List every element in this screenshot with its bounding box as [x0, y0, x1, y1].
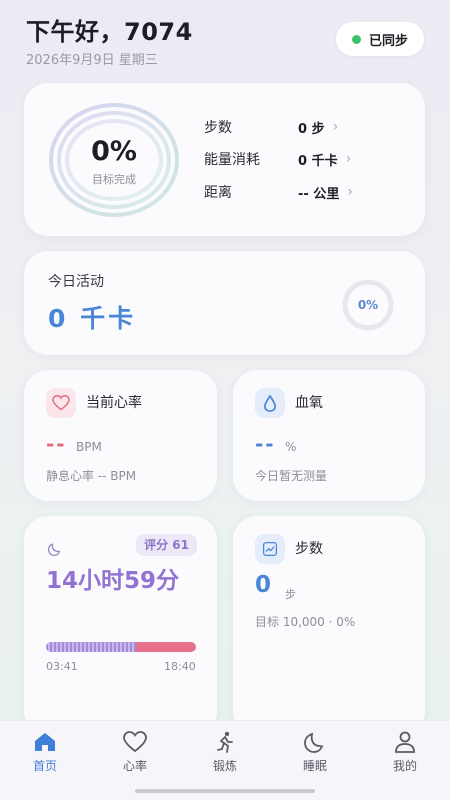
stat-name: 能量消耗	[204, 152, 260, 168]
date-label: 2026年9月9日 星期三	[26, 53, 158, 68]
activity-percent: 0%	[357, 298, 379, 312]
heart-rate-value: --	[46, 432, 67, 456]
heart-icon	[123, 731, 147, 753]
goal-percent: 0%	[91, 136, 137, 167]
steps-card[interactable]: 步数 0 步 目标 10,000 · 0%	[233, 516, 425, 736]
heart-icon-box	[46, 388, 76, 418]
blood-oxygen-card[interactable]: 血氧 -- % 今日暂无测量	[233, 370, 425, 501]
tab-label: 心率	[122, 759, 147, 773]
stat-value: -- 公里	[298, 186, 340, 202]
steps-card-title: 步数	[295, 541, 323, 557]
run-icon	[217, 731, 233, 753]
tab-heart-rate[interactable]: 心率	[105, 731, 165, 774]
activity-value: 0 千卡	[48, 304, 137, 333]
sleep-end-time: 18:40	[164, 660, 196, 673]
stat-value: 0 步	[298, 121, 325, 137]
tab-label: 首页	[32, 759, 57, 773]
goal-summary-card[interactable]: 0% 目标完成 步数 0 步 › 能量消耗 0 千卡 › 距离 -- 公里 ›	[24, 83, 425, 236]
steps-value: 0	[255, 572, 272, 598]
heart-rate-unit: BPM	[76, 440, 102, 454]
home-icon	[35, 733, 55, 751]
stat-value: 0 千卡	[298, 153, 338, 169]
tab-workout[interactable]: 锻炼	[195, 731, 255, 774]
sleep-awake-segment	[136, 642, 196, 652]
sleep-score-badge: 评分 61	[136, 534, 197, 556]
heart-icon	[52, 395, 70, 411]
tab-home[interactable]: 首页	[15, 731, 75, 774]
activity-title: 今日活动	[48, 274, 104, 290]
trend-chart-icon	[262, 541, 278, 557]
goal-ring: 0% 目标完成	[48, 102, 180, 218]
stat-name: 步数	[204, 120, 232, 136]
sleep-stage-bar	[46, 642, 196, 652]
moon-icon-box	[40, 534, 70, 564]
sleep-card[interactable]: 评分 61 14小时59分 03:41 18:40	[24, 516, 217, 736]
steps-goal: 目标 10,000 · 0%	[255, 615, 356, 629]
sleep-duration: 14小时59分	[46, 568, 180, 594]
blood-oxygen-unit: %	[285, 440, 297, 454]
sync-status-button[interactable]: 已同步	[335, 22, 424, 56]
stat-row-steps[interactable]: 步数 0 步 ›	[204, 116, 404, 138]
chevron-right-icon: ›	[345, 151, 352, 167]
tab-label: 我的	[392, 759, 417, 773]
drop-icon-box	[255, 388, 285, 418]
tab-label: 睡眠	[302, 759, 327, 773]
steps-unit: 步	[285, 588, 296, 601]
moon-icon	[304, 732, 324, 753]
stat-row-distance[interactable]: 距离 -- 公里 ›	[204, 181, 404, 203]
moon-icon	[47, 543, 61, 557]
sync-dot-icon	[351, 34, 361, 44]
sync-label: 已同步	[368, 33, 408, 49]
sleep-start-time: 03:41	[46, 660, 78, 673]
resting-heart-rate: 静息心率 -- BPM	[46, 469, 137, 483]
chart-icon-box	[255, 534, 285, 564]
tab-profile[interactable]: 我的	[375, 731, 435, 774]
goal-label: 目标完成	[92, 173, 136, 186]
stat-name: 距离	[204, 185, 232, 201]
blood-oxygen-title: 血氧	[295, 395, 323, 411]
chevron-right-icon: ›	[347, 184, 353, 200]
activity-card[interactable]: 今日活动 0 千卡 0%	[24, 251, 425, 355]
stat-row-energy[interactable]: 能量消耗 0 千卡 ›	[204, 148, 404, 170]
drop-icon	[263, 394, 277, 412]
user-icon	[395, 731, 415, 753]
blood-oxygen-note: 今日暂无测量	[255, 469, 328, 483]
tab-sleep[interactable]: 睡眠	[285, 731, 345, 774]
tab-label: 锻炼	[212, 759, 237, 773]
sleep-deep-segment	[46, 642, 136, 652]
heart-rate-title: 当前心率	[86, 395, 142, 411]
home-indicator[interactable]	[135, 789, 315, 793]
heart-rate-card[interactable]: 当前心率 -- BPM 静息心率 -- BPM	[24, 370, 217, 501]
chevron-right-icon: ›	[332, 119, 339, 135]
blood-oxygen-value: --	[255, 432, 276, 456]
greeting: 下午好，7074	[26, 18, 193, 46]
bottom-tab-bar: 首页 心率 锻炼 睡眠 我的	[0, 720, 450, 800]
